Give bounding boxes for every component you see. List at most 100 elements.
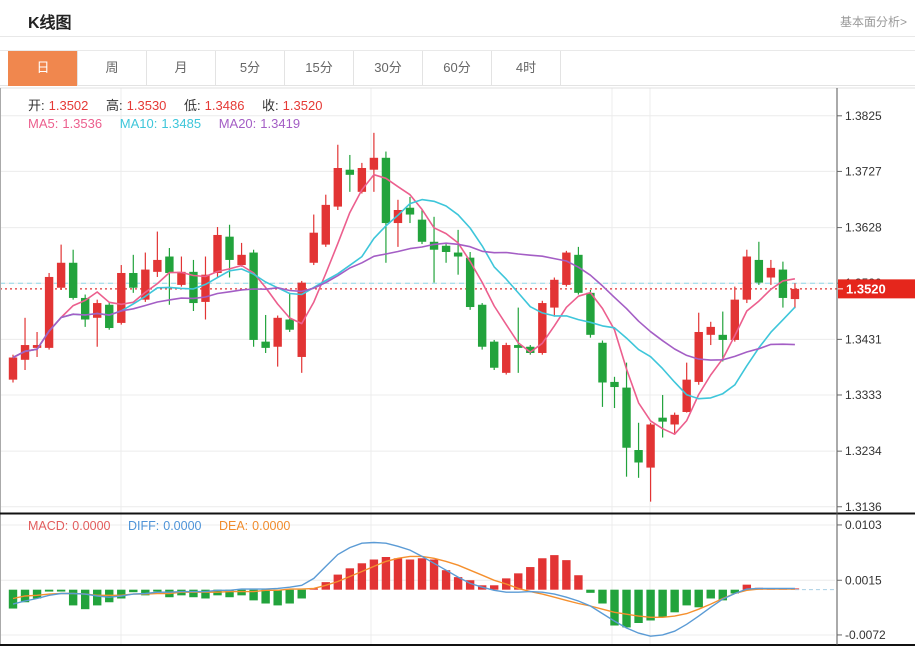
candle-body	[418, 220, 426, 242]
macd-bar	[370, 560, 378, 590]
candle-body	[622, 388, 630, 448]
candle-body	[767, 268, 775, 278]
macd-bar	[261, 590, 269, 604]
candle-body	[249, 253, 257, 340]
high-value: 1.3530	[127, 98, 167, 113]
candle	[57, 245, 65, 290]
tab-5分[interactable]: 5分	[215, 51, 285, 86]
macd-bar	[273, 590, 281, 606]
kline-page: 1.38251.37271.36281.35301.34311.33331.32…	[0, 0, 915, 648]
candle	[129, 255, 137, 293]
macd-bar	[237, 590, 245, 596]
candle	[117, 265, 125, 325]
candle	[394, 200, 402, 247]
tab-30分[interactable]: 30分	[353, 51, 423, 86]
macd-bar	[81, 590, 89, 609]
ma10-line	[13, 200, 795, 399]
macd-bar	[538, 558, 546, 589]
candle-body	[382, 158, 390, 223]
macd-bar	[406, 560, 414, 590]
candle-body	[57, 263, 65, 288]
candle-body	[743, 257, 751, 300]
macd-bar	[129, 590, 137, 593]
candle-body	[478, 305, 486, 347]
candle-body	[719, 335, 727, 340]
candle	[755, 242, 763, 285]
close-value: 1.3520	[283, 98, 323, 113]
candle	[213, 227, 221, 277]
ohlc-legend: 开:1.3502 高:1.3530 低:1.3486 收:1.3520	[28, 95, 326, 114]
candle-body	[165, 257, 173, 273]
candle-body	[670, 415, 678, 425]
page-title: K线图	[28, 9, 72, 33]
dea-value: 0.0000	[252, 519, 290, 533]
macd-bar	[358, 563, 366, 589]
macd-bar	[189, 590, 197, 598]
candle	[743, 250, 751, 303]
candle-body	[45, 277, 53, 348]
candle-body	[334, 168, 342, 207]
candle	[177, 257, 185, 287]
macd-bar	[562, 560, 570, 590]
candle	[731, 287, 739, 342]
ma10-value: 1.3485	[161, 116, 201, 131]
candle	[707, 322, 715, 345]
macd-bar	[45, 590, 53, 592]
candle	[454, 230, 462, 275]
candle	[574, 247, 582, 295]
y-axis-labels: 1.38251.37271.36281.35301.34311.33331.32…	[837, 109, 886, 642]
candle-body	[562, 253, 570, 285]
candle-body	[646, 424, 654, 467]
ma-legend: MA5:1.3536 MA10:1.3485 MA20:1.3419	[28, 116, 304, 131]
macd-legend: MACD:0.0000 DIFF:0.0000 DEA:0.0000	[28, 519, 294, 533]
candle-body	[225, 237, 233, 260]
tab-4时[interactable]: 4时	[491, 51, 561, 86]
macd-bar	[93, 590, 101, 606]
candle-body	[273, 318, 281, 347]
ma20-label: MA20:	[219, 116, 257, 131]
tab-60分[interactable]: 60分	[422, 51, 492, 86]
tab-周[interactable]: 周	[77, 51, 147, 86]
candle-body	[598, 343, 606, 383]
candle	[598, 341, 606, 407]
candle-body	[346, 170, 354, 175]
price-badge: 1.3520	[838, 279, 915, 298]
candle-body	[634, 450, 642, 462]
macd-bar	[658, 590, 666, 618]
tick-label: 1.3825	[845, 109, 882, 123]
candle-body	[261, 342, 269, 348]
tick-label: 1.3727	[845, 164, 882, 178]
macd-histogram	[9, 555, 799, 627]
macd-bar	[550, 555, 558, 590]
gridlines	[0, 88, 835, 645]
tick-label: 0.0103	[845, 518, 882, 532]
candle	[201, 257, 209, 320]
candle-body	[574, 255, 582, 293]
tick-label: 1.3136	[845, 500, 882, 514]
candle	[634, 423, 642, 478]
candle-body	[586, 293, 594, 335]
macd-bar	[526, 567, 534, 590]
candle	[310, 215, 318, 266]
candle-body	[791, 289, 799, 299]
diff-line	[13, 543, 795, 637]
diff-value: 0.0000	[163, 519, 201, 533]
candle	[695, 313, 703, 385]
candle-body	[454, 253, 462, 257]
tab-日[interactable]: 日	[8, 51, 78, 86]
candle-body	[285, 320, 293, 330]
macd-bar	[69, 590, 77, 606]
candle	[9, 355, 17, 383]
tab-月[interactable]: 月	[146, 51, 216, 86]
candle	[285, 293, 293, 332]
candle-body	[610, 382, 618, 387]
macd-label: MACD:	[28, 519, 68, 533]
open-value: 1.3502	[49, 98, 89, 113]
fundamental-analysis-link[interactable]: 基本面分析>	[840, 13, 907, 30]
candle	[81, 295, 89, 327]
tab-15分[interactable]: 15分	[284, 51, 354, 86]
macd-bar	[298, 590, 306, 599]
candle	[346, 155, 354, 192]
macd-bar	[707, 590, 715, 599]
candle	[322, 195, 330, 247]
